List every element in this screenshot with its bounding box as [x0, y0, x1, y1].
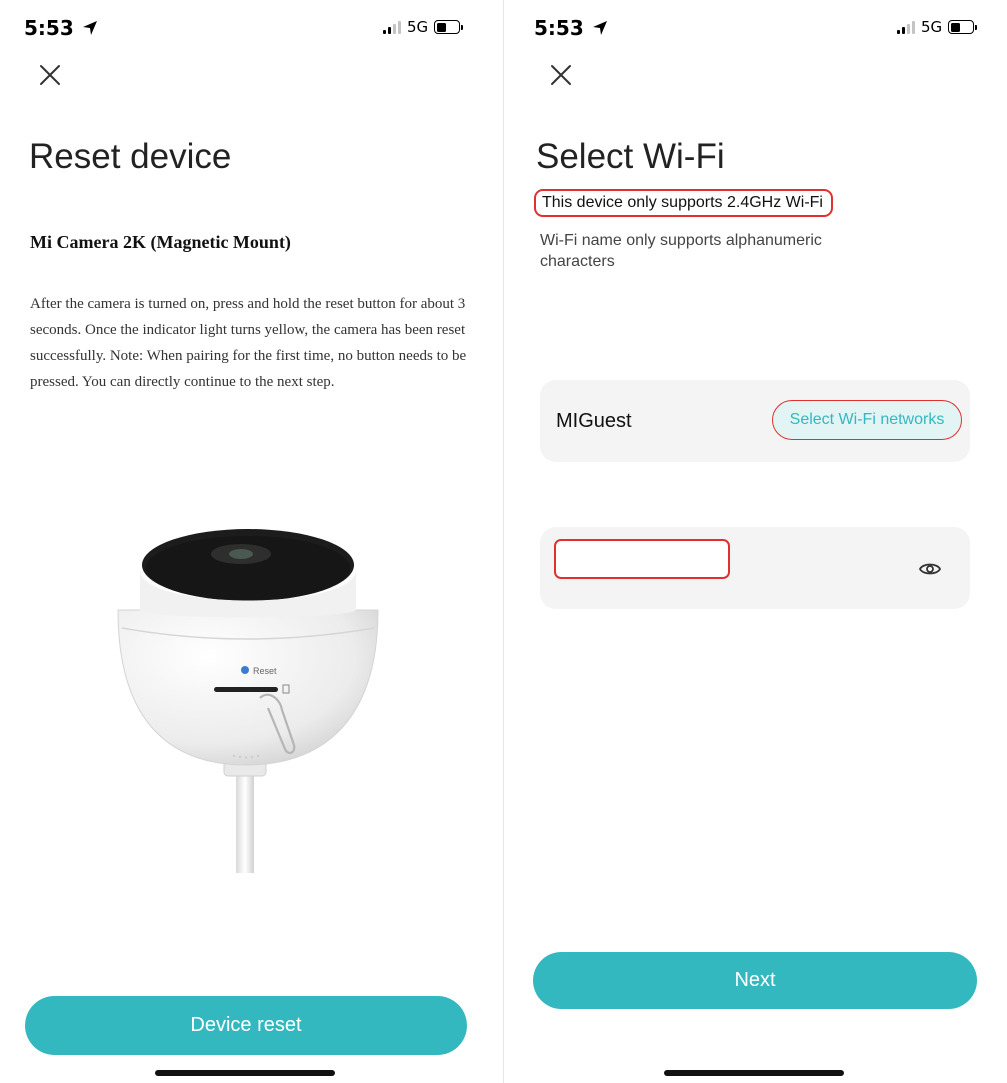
network-type-label: 5G [921, 18, 943, 36]
location-arrow-icon [592, 21, 607, 35]
reset-label: Reset [253, 666, 277, 676]
network-name: MIGuest [556, 410, 632, 432]
page-title: Select Wi-Fi [536, 137, 725, 176]
battery-icon [434, 20, 464, 34]
camera-reset-illustration: Reset [117, 529, 379, 873]
status-bar-indicators: 5G [897, 18, 978, 36]
network-type-label: 5G [407, 18, 429, 36]
password-input[interactable] [554, 539, 730, 579]
reset-device-screen: 5:53 5G Reset device Mi Camera 2K (Magne… [0, 0, 503, 1083]
page-title: Reset device [29, 137, 232, 176]
status-bar-time: 5:53 [24, 16, 98, 40]
next-button[interactable]: Next [533, 952, 977, 1009]
eye-icon[interactable] [918, 557, 942, 581]
device-name: Mi Camera 2K (Magnetic Mount) [30, 232, 291, 252]
reset-instructions: After the camera is turned on, press and… [30, 296, 467, 390]
close-icon[interactable] [548, 62, 574, 88]
time-label: 5:53 [24, 16, 74, 40]
home-indicator [664, 1070, 844, 1076]
wifi-band-notice: This device only supports 2.4GHz Wi-Fi [534, 189, 833, 217]
password-card [540, 527, 970, 609]
select-wifi-networks-button[interactable]: Select Wi-Fi networks [772, 400, 962, 440]
time-label: 5:53 [534, 16, 584, 40]
signal-icon [383, 20, 401, 34]
status-bar-time: 5:53 [534, 16, 608, 40]
device-reset-button[interactable]: Device reset [25, 996, 467, 1055]
signal-icon [897, 20, 915, 34]
select-wifi-screen: 5:53 5G Select Wi-Fi This device only su… [504, 0, 1007, 1083]
wifi-name-note: Wi-Fi name only supports alphanumeric ch… [540, 232, 822, 270]
close-icon[interactable] [37, 62, 63, 88]
location-arrow-icon [82, 21, 97, 35]
status-bar-indicators: 5G [383, 18, 464, 36]
network-card: MIGuest Select Wi-Fi networks [540, 380, 970, 462]
home-indicator [155, 1070, 335, 1076]
battery-icon [948, 20, 978, 34]
